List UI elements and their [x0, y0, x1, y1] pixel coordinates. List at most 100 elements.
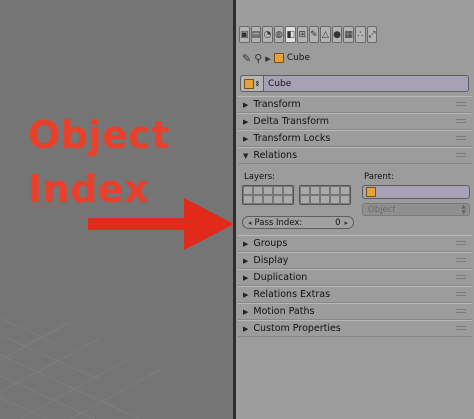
triangle-down-icon: ▼: [243, 151, 249, 160]
layer-cell[interactable]: [253, 195, 263, 204]
object-icon[interactable]: ◧: [285, 26, 296, 43]
layer-cell[interactable]: [310, 186, 320, 195]
annotation-text-line1: Object: [28, 113, 170, 157]
pass-index-field[interactable]: ◂ Pass Index: 0 ▸: [242, 216, 354, 229]
drag-grip-icon[interactable]: [456, 241, 466, 247]
triangle-right-icon: ▶: [243, 324, 249, 333]
texture-icon[interactable]: ▦: [343, 26, 354, 43]
world-icon[interactable]: ◍: [273, 26, 285, 43]
drag-grip-icon[interactable]: [456, 153, 466, 159]
modifiers-icon[interactable]: ✎: [308, 26, 320, 43]
scene-icon[interactable]: ◔: [262, 26, 273, 43]
pass-index-value: 0: [335, 217, 341, 228]
drag-grip-icon[interactable]: [456, 258, 466, 264]
layer-cell[interactable]: [263, 195, 273, 204]
cube-icon: [366, 187, 376, 197]
data-icon[interactable]: △: [320, 26, 331, 43]
relations-body: Layers: Parent: Object ▲ ▼ ◂ Pass Index:…: [238, 166, 472, 232]
layer-cell[interactable]: [300, 195, 310, 204]
panel-relations-label: Relations: [253, 150, 298, 161]
panel-transform-locks[interactable]: ▶ Transform Locks: [238, 130, 472, 147]
panel-duplication-label: Duplication: [253, 272, 308, 283]
panel-delta-transform-label: Delta Transform: [253, 116, 330, 127]
panel-relations-extras-label: Relations Extras: [253, 289, 331, 300]
breadcrumb-object-name: Cube: [286, 53, 311, 63]
panel-delta-transform[interactable]: ▶ Delta Transform: [238, 113, 472, 130]
panel-transform-locks-label: Transform Locks: [253, 133, 331, 144]
triangle-right-icon: ▶: [243, 290, 249, 299]
camera-icon[interactable]: ▣: [239, 26, 250, 43]
panel-transform-label: Transform: [253, 99, 301, 110]
layer-cell[interactable]: [300, 186, 310, 195]
cube-icon: [243, 78, 254, 89]
annotation-arrow: [88, 198, 234, 250]
panel-transform[interactable]: ▶ Transform: [238, 96, 472, 113]
layer-cell[interactable]: [320, 186, 330, 195]
panel-groups[interactable]: ▶ Groups: [238, 235, 472, 252]
parent-type-value: Object: [368, 204, 396, 215]
drag-grip-icon[interactable]: [456, 102, 466, 108]
panel-motion-paths-label: Motion Paths: [253, 306, 315, 317]
triangle-right-icon: ▶: [243, 239, 249, 248]
panel-display-label: Display: [253, 255, 289, 266]
layer-cell[interactable]: [330, 195, 340, 204]
layer-cell[interactable]: [253, 186, 263, 195]
panel-motion-paths[interactable]: ▶ Motion Paths: [238, 303, 472, 320]
drag-grip-icon[interactable]: [456, 275, 466, 281]
layer-cell[interactable]: [340, 186, 350, 195]
layer-cell[interactable]: [243, 195, 253, 204]
updown-icon: ▲ ▼: [461, 203, 466, 216]
cube-icon: [273, 53, 284, 63]
panel-groups-label: Groups: [253, 238, 288, 249]
parent-label: Parent:: [364, 172, 395, 182]
chevron-right-icon[interactable]: ▸: [344, 219, 348, 227]
layer-cell[interactable]: [320, 195, 330, 204]
layer-cell[interactable]: [340, 195, 350, 204]
layers-grid-right[interactable]: [299, 185, 351, 205]
layer-cell[interactable]: [243, 186, 253, 195]
particles-icon[interactable]: ∴: [354, 26, 366, 43]
layer-cell[interactable]: [273, 195, 283, 204]
triangle-right-icon: ▶: [243, 134, 249, 143]
layers-grid-left[interactable]: [242, 185, 294, 205]
drag-grip-icon[interactable]: [456, 309, 466, 315]
drag-grip-icon[interactable]: [456, 119, 466, 125]
pin-icon[interactable]: ✎: [242, 52, 251, 65]
layers-label: Layers:: [244, 172, 275, 182]
panel-relations[interactable]: ▼ Relations: [238, 147, 472, 164]
properties-tabs: ▣ ▤ ◔ ◍ ◧ ⊞ ✎ △ ● ▦ ∴ ⤢: [239, 26, 378, 45]
triangle-right-icon: ▶: [243, 273, 249, 282]
panel-custom-properties-label: Custom Properties: [253, 323, 341, 334]
object-name-field[interactable]: Cube: [264, 75, 469, 92]
breadcrumb: ✎ ⚲ ▸ Cube: [242, 50, 310, 66]
layer-cell[interactable]: [263, 186, 273, 195]
constraints-icon[interactable]: ⊞: [296, 26, 308, 43]
triangle-right-icon: ▶: [243, 256, 249, 265]
object-browse-button[interactable]: ⇕: [240, 75, 264, 92]
triangle-right-icon: ▶: [243, 117, 249, 126]
layers-icon[interactable]: ▤: [250, 26, 262, 43]
pass-index-label: Pass Index:: [254, 217, 303, 228]
material-icon[interactable]: ●: [331, 26, 343, 43]
properties-panel: ▣ ▤ ◔ ◍ ◧ ⊞ ✎ △ ● ▦ ∴ ⤢ ✎ ⚲ ▸ Cube ⇕ Cub…: [236, 0, 474, 419]
chevron-right-icon: ▸: [265, 51, 271, 65]
panel-duplication[interactable]: ▶ Duplication: [238, 269, 472, 286]
layer-cell[interactable]: [283, 195, 293, 204]
drag-grip-icon[interactable]: [456, 326, 466, 332]
panel-custom-properties[interactable]: ▶ Custom Properties: [238, 320, 472, 337]
layer-cell[interactable]: [273, 186, 283, 195]
parent-field[interactable]: [362, 185, 470, 199]
panel-relations-extras[interactable]: ▶ Relations Extras: [238, 286, 472, 303]
triangle-right-icon: ▶: [243, 100, 249, 109]
parent-type-dropdown[interactable]: Object ▲ ▼: [362, 203, 470, 216]
triangle-right-icon: ▶: [243, 307, 249, 316]
panel-display[interactable]: ▶ Display: [238, 252, 472, 269]
chain-icon: ⚲: [254, 51, 263, 65]
layer-cell[interactable]: [310, 195, 320, 204]
drag-grip-icon[interactable]: [456, 136, 466, 142]
object-name-row: ⇕ Cube: [240, 75, 469, 92]
drag-grip-icon[interactable]: [456, 292, 466, 298]
layer-cell[interactable]: [283, 186, 293, 195]
physics-icon[interactable]: ⤢: [366, 26, 378, 43]
layer-cell[interactable]: [330, 186, 340, 195]
